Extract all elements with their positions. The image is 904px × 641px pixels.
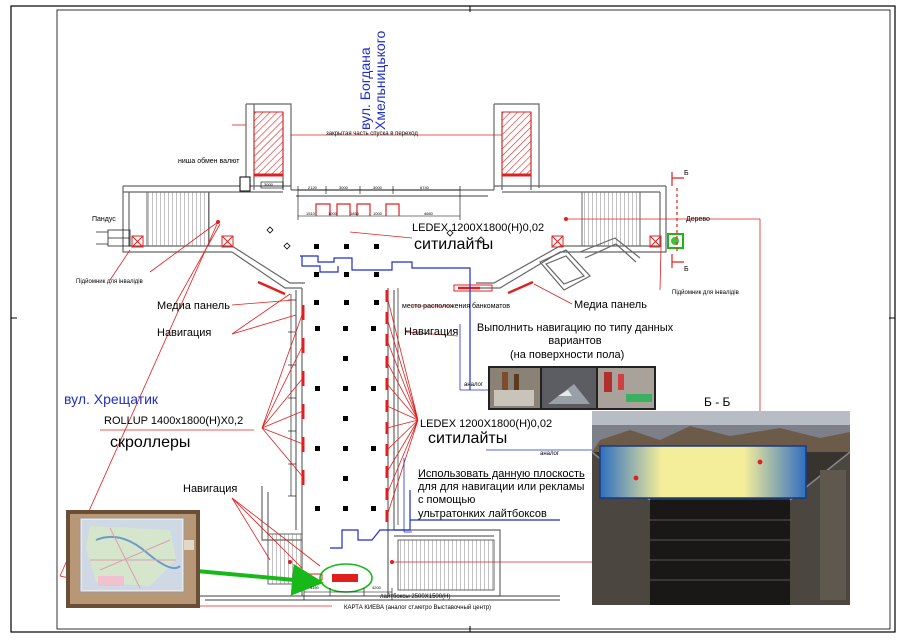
floor-nav-label: Выполнить навигацию по типу данных вариа… (476, 322, 674, 347)
dim-8: 1000 (373, 211, 382, 216)
stairs-top-left (146, 191, 210, 247)
dim-3: 3000 (373, 185, 382, 190)
floor-nav-photo-strip (488, 366, 656, 410)
lift-left-label: Підйомник для інвалідів (76, 279, 143, 285)
section-mark-top: Б (684, 170, 689, 177)
plane-note-line1: Использовать данную плоскость (418, 468, 585, 480)
analog-label-2: аналог (540, 451, 560, 457)
plane-note-line4: ультратонких лайтбоксов (418, 508, 547, 520)
exchange-niche (239, 176, 251, 192)
dim-7: 1850 (350, 211, 359, 216)
dim-1: 2120 (308, 185, 317, 190)
exchange-niche-label: ниша обмен валют (178, 158, 240, 165)
dim-12: 4200 (372, 585, 381, 590)
street-label-khreshchatyk: вул. Хрещатик (64, 391, 159, 407)
section-cut-marks (671, 172, 684, 268)
lift-right-label: Підйомник для інвалідів (672, 290, 739, 296)
pedestrian-underpass-plan (10, 5, 896, 633)
navigation-left-label-2: Навигация (183, 483, 238, 495)
dim-2: 3000 (339, 185, 348, 190)
closed-descent-right (501, 111, 532, 175)
media-panel-right-label: Медиа панель (574, 299, 647, 311)
ledex-top-label: LEDEX 1200X1800(H)0,02 (412, 222, 545, 234)
dim-9: 4660 (424, 211, 433, 216)
kiev-map-label: КАРТА КИЕВА (аналог ст.метро Выставочный… (344, 605, 492, 611)
kiev-map-lightbox (332, 574, 358, 582)
dim-11: 4160 (310, 585, 319, 590)
dim-10: 3000 (264, 182, 273, 187)
dim-6: 1000 (328, 211, 337, 216)
closed-part-label: закрытая часть спуска в переход (326, 131, 418, 137)
ledex-mid-label: LEDEX 1200X1800(H)0,02 (420, 418, 553, 430)
dim-4: 6740 (420, 185, 429, 190)
columns (314, 244, 379, 511)
stairs-bottom-right (397, 539, 495, 591)
dim-5: 1510 (306, 211, 315, 216)
analog-label-1: аналог (464, 382, 484, 388)
scrollers-label: скроллеры (110, 434, 191, 451)
tree-label: Дерево (686, 216, 710, 223)
ramp (96, 229, 131, 247)
lightboxes-label: лайтбоксы 2500Х1500(Н) (380, 594, 451, 600)
atm-location-label: место расположения банкоматов (402, 303, 510, 310)
ramp-label: Пандус (92, 216, 116, 223)
citylights-mid-label: ситилайты (428, 430, 508, 447)
street-label-khmelnytsky: вул. Богдана Хмельницького (357, 30, 388, 130)
media-panel-left-label: Медиа панель (157, 300, 230, 312)
plane-note-line2: для для навигации или рекламы (418, 481, 585, 493)
navigation-left-label-1: Навигация (157, 327, 212, 339)
floor-navigation-path (300, 255, 471, 390)
section-mark-bottom: Б (684, 266, 689, 273)
section-title: Б - Б (704, 395, 731, 409)
closed-descent-left (253, 111, 284, 175)
plane-note-line3: с помощью (418, 494, 476, 506)
kiev-map-photo (66, 510, 200, 608)
navigation-right-label: Навигация (404, 326, 459, 338)
tree-icon (671, 237, 679, 245)
section-photo (591, 411, 851, 605)
floor-nav-sub-label: (на поверхности пола) (510, 349, 625, 361)
rollup-label: ROLLUP 1400x1800(H)X0,2 (104, 415, 244, 427)
citylights-top-label: ситилайты (414, 236, 494, 253)
